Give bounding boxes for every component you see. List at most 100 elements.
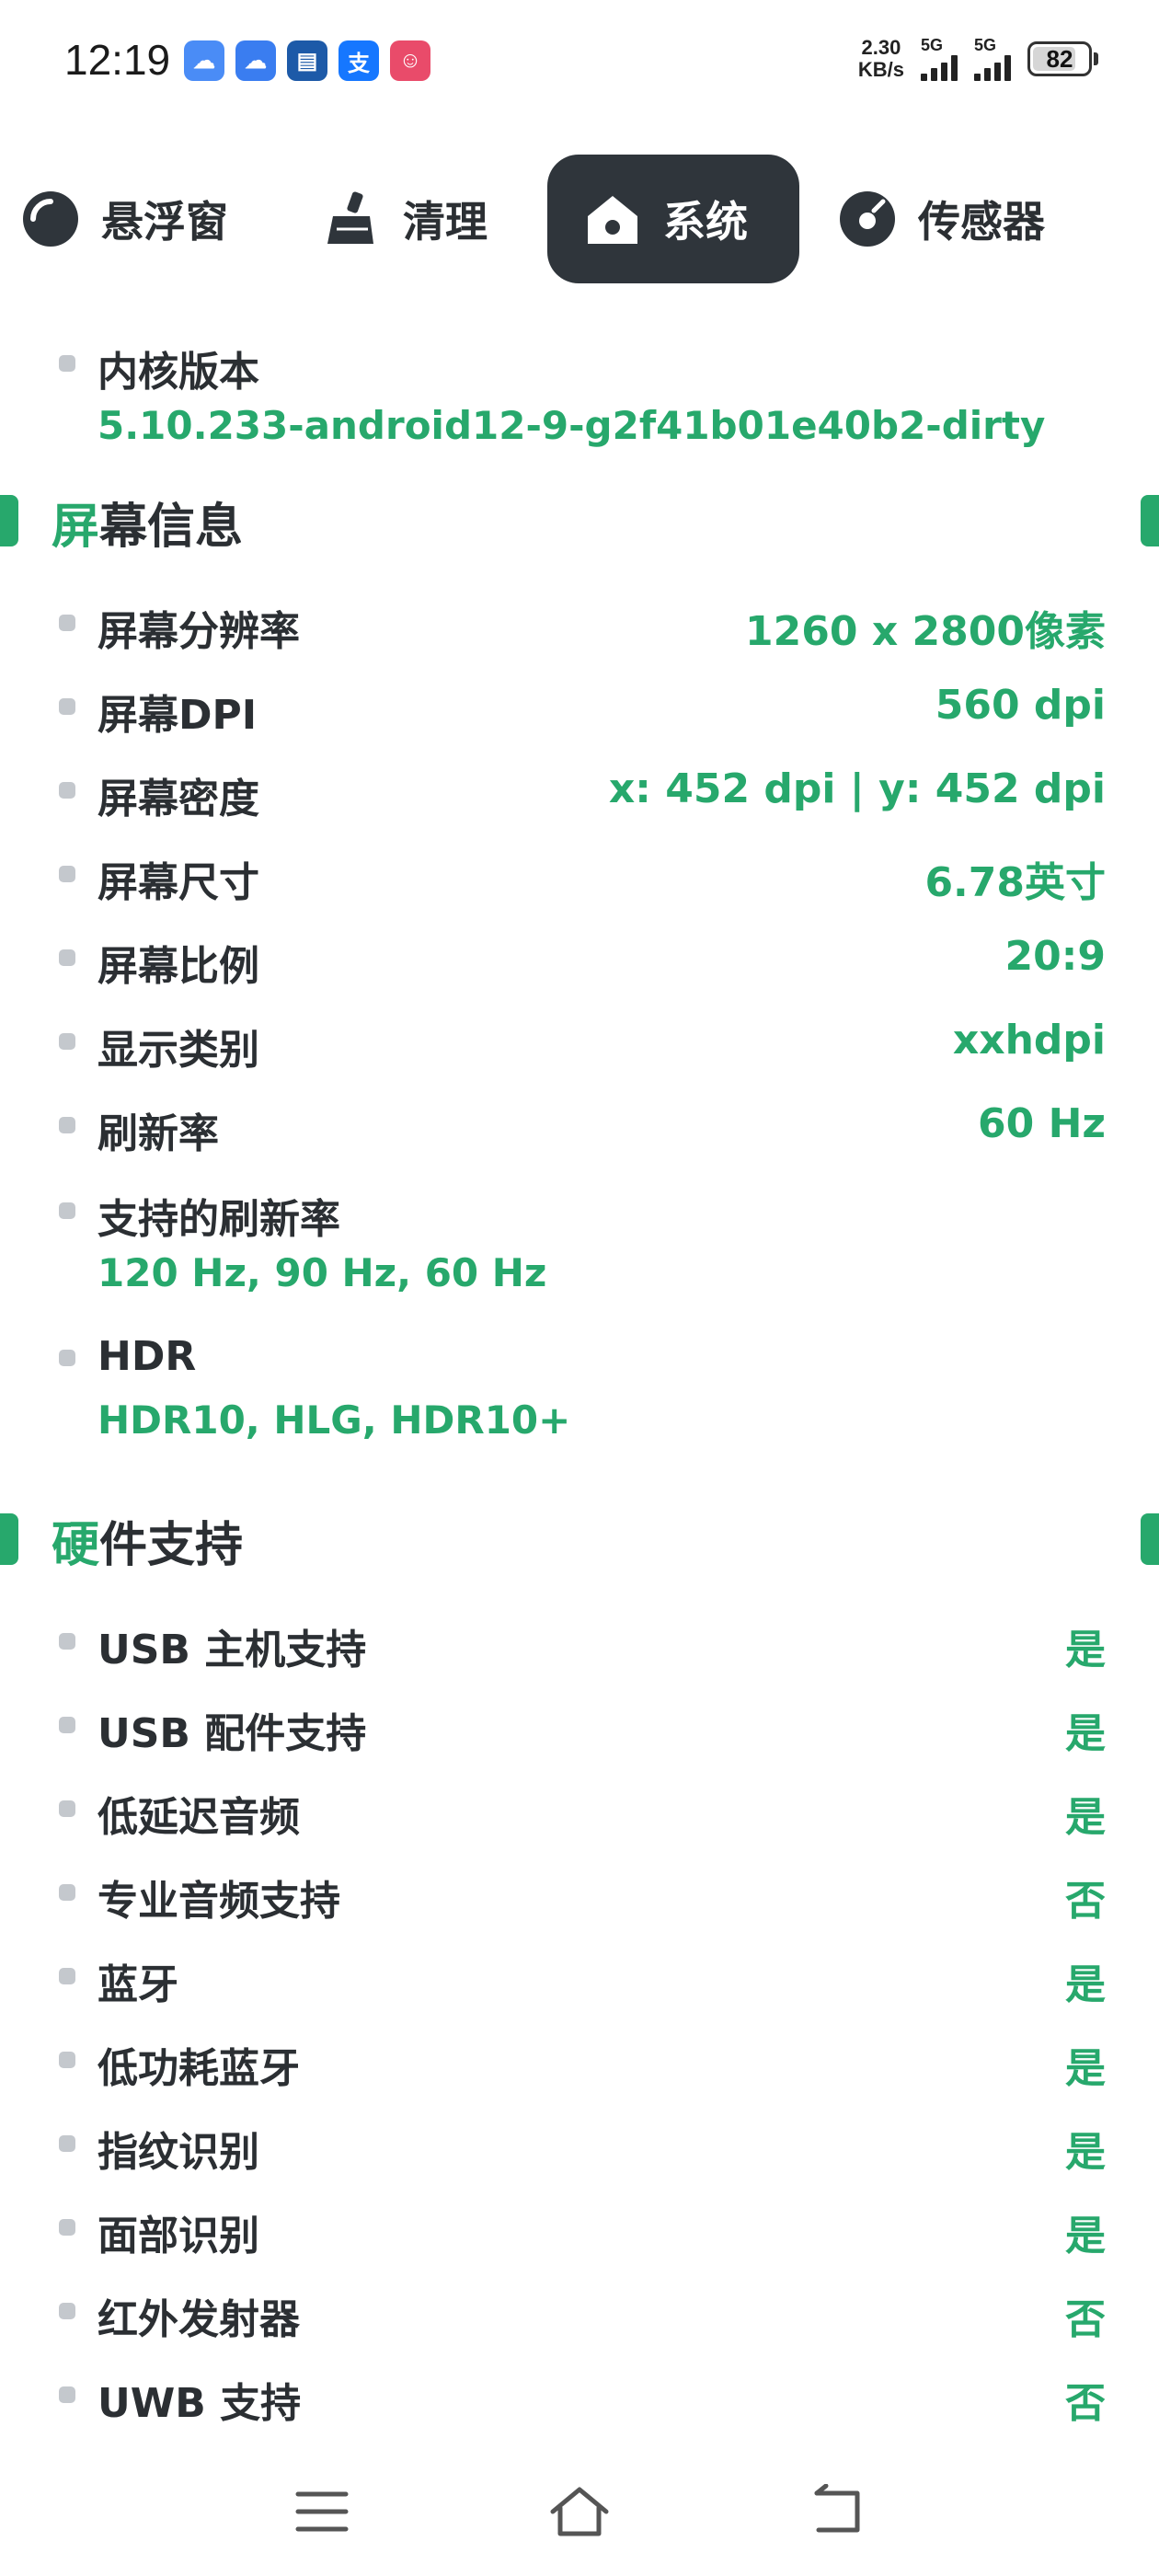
section-screen-info: 屏幕信息	[0, 460, 1159, 580]
signal-1-icon: 5G	[921, 37, 958, 81]
system-info-content: 内核版本 5.10.233-android12-9-g2f41b01e40b2-…	[0, 313, 1159, 2435]
info-row: 屏幕尺寸 6.78英寸	[0, 831, 1159, 914]
section-title: 硬件支持	[52, 1518, 244, 1573]
row-label: 低延迟音频	[98, 1794, 300, 1841]
info-row: 低延迟音频 是	[0, 1765, 1159, 1849]
bullet	[59, 2135, 75, 2152]
row-value: 是	[1065, 2213, 1106, 2260]
bullet	[59, 949, 75, 966]
menu-icon[interactable]	[285, 2475, 359, 2548]
row-label: 指纹识别	[98, 2129, 259, 2176]
row-value: 否	[1065, 1878, 1106, 1925]
row-label: 红外发射器	[98, 2296, 300, 2343]
supported-refresh-value: 120 Hz, 90 Hz, 60 Hz	[98, 1250, 547, 1295]
row-value: 60 Hz	[978, 1100, 1106, 1147]
top-tabs: 悬浮窗 清理 系统 传感器	[0, 155, 1159, 283]
row-label: 面部识别	[98, 2213, 259, 2260]
info-row: 蓝牙 是	[0, 1933, 1159, 2017]
section-marker	[0, 1513, 18, 1565]
info-row: 屏幕分辨率 1260 x 2800像素	[0, 580, 1159, 663]
row-label: 屏幕分辨率	[98, 608, 300, 655]
row-value: 560 dpi	[935, 682, 1106, 729]
bullet	[59, 1717, 75, 1733]
tab-sensor[interactable]: 传感器	[837, 155, 1045, 283]
tab-clean[interactable]: 清理	[322, 155, 488, 283]
kernel-version-row: 内核版本 5.10.233-android12-9-g2f41b01e40b2-…	[0, 313, 1159, 460]
tab-system[interactable]: 系统	[547, 155, 799, 283]
info-row: 面部识别 是	[0, 2184, 1159, 2268]
row-value: 是	[1065, 1710, 1106, 1757]
sensor-icon	[837, 189, 898, 249]
bullet	[59, 1884, 75, 1901]
row-label: 刷新率	[98, 1110, 219, 1157]
row-value: 6.78英寸	[924, 859, 1106, 906]
baiduyun-icon: ☁	[184, 40, 224, 81]
row-value: 是	[1065, 1627, 1106, 1673]
bullet	[59, 2386, 75, 2403]
status-time: 12:19	[64, 36, 171, 84]
network-speed: 2.30 KB/s	[857, 36, 904, 81]
section-marker	[1141, 495, 1159, 546]
bullet	[59, 1117, 75, 1133]
battery-level: 82	[1046, 44, 1073, 73]
tab-floating-window[interactable]: 悬浮窗	[20, 155, 228, 283]
broom-icon	[322, 189, 383, 249]
kernel-version-value: 5.10.233-android12-9-g2f41b01e40b2-dirty	[98, 403, 1046, 448]
calculator-icon: ▤	[287, 40, 327, 81]
bullet	[59, 866, 75, 882]
row-label: 专业音频支持	[98, 1878, 340, 1925]
row-label: 屏幕比例	[98, 943, 259, 990]
supported-refresh-label: 支持的刷新率	[98, 1196, 340, 1243]
bullet	[59, 698, 75, 715]
battery-icon: 82	[1027, 41, 1092, 76]
info-row: 显示类别 xxhdpi	[0, 998, 1159, 1082]
info-row: 低功耗蓝牙 是	[0, 2017, 1159, 2100]
bullet	[59, 1033, 75, 1050]
row-value: xxhdpi	[952, 1017, 1106, 1064]
section-hardware-support: 硬件支持	[0, 1478, 1159, 1598]
info-row: 屏幕密度 x: 452 dpi | y: 452 dpi	[0, 747, 1159, 831]
bullet	[59, 1202, 75, 1219]
info-row: 专业音频支持 否	[0, 1849, 1159, 1933]
bullet	[59, 2219, 75, 2236]
home-nav-icon[interactable]	[543, 2475, 616, 2548]
row-label: USB 配件支持	[98, 1710, 367, 1757]
info-row: 红外发射器 否	[0, 2268, 1159, 2352]
info-row: 屏幕比例 20:9	[0, 914, 1159, 998]
bullet	[59, 2052, 75, 2068]
bullet	[59, 1800, 75, 1817]
signal-2-icon: 5G	[974, 37, 1011, 81]
row-label: 屏幕尺寸	[98, 859, 259, 906]
info-row: 屏幕DPI 560 dpi	[0, 663, 1159, 747]
section-marker	[0, 495, 18, 546]
info-row: 指纹识别 是	[0, 2100, 1159, 2184]
row-value: 否	[1065, 2296, 1106, 2343]
info-row: UWB 支持 否	[0, 2352, 1159, 2435]
section-marker	[1141, 1513, 1159, 1565]
row-value: 是	[1065, 2045, 1106, 2092]
hdr-row: HDR HDR10, HLG, HDR10+	[0, 1313, 1159, 1478]
baiduyun2-icon: ☁	[235, 40, 276, 81]
supported-refresh-row: 支持的刷新率 120 Hz, 90 Hz, 60 Hz	[0, 1166, 1159, 1313]
kernel-version-label: 内核版本	[98, 349, 259, 396]
bullet	[59, 1968, 75, 1984]
floating-window-icon	[20, 189, 81, 249]
row-value: 是	[1065, 1961, 1106, 2008]
row-value: 是	[1065, 2129, 1106, 2176]
bullet	[59, 355, 75, 372]
row-label: 屏幕密度	[98, 776, 259, 822]
clown-app-icon: ☺	[390, 40, 430, 81]
row-value: x: 452 dpi | y: 452 dpi	[608, 765, 1106, 812]
bullet	[59, 1633, 75, 1650]
row-label: UWB 支持	[98, 2380, 302, 2427]
bullet	[59, 782, 75, 799]
bullet	[59, 615, 75, 631]
row-label: USB 主机支持	[98, 1627, 367, 1673]
back-icon[interactable]	[800, 2475, 874, 2548]
hdr-value: HDR10, HLG, HDR10+	[98, 1397, 571, 1443]
section-title: 屏幕信息	[52, 500, 244, 555]
row-label: 蓝牙	[98, 1961, 178, 2008]
info-row: 刷新率 60 Hz	[0, 1082, 1159, 1166]
bullet	[59, 2303, 75, 2319]
row-value: 1260 x 2800像素	[745, 608, 1106, 655]
